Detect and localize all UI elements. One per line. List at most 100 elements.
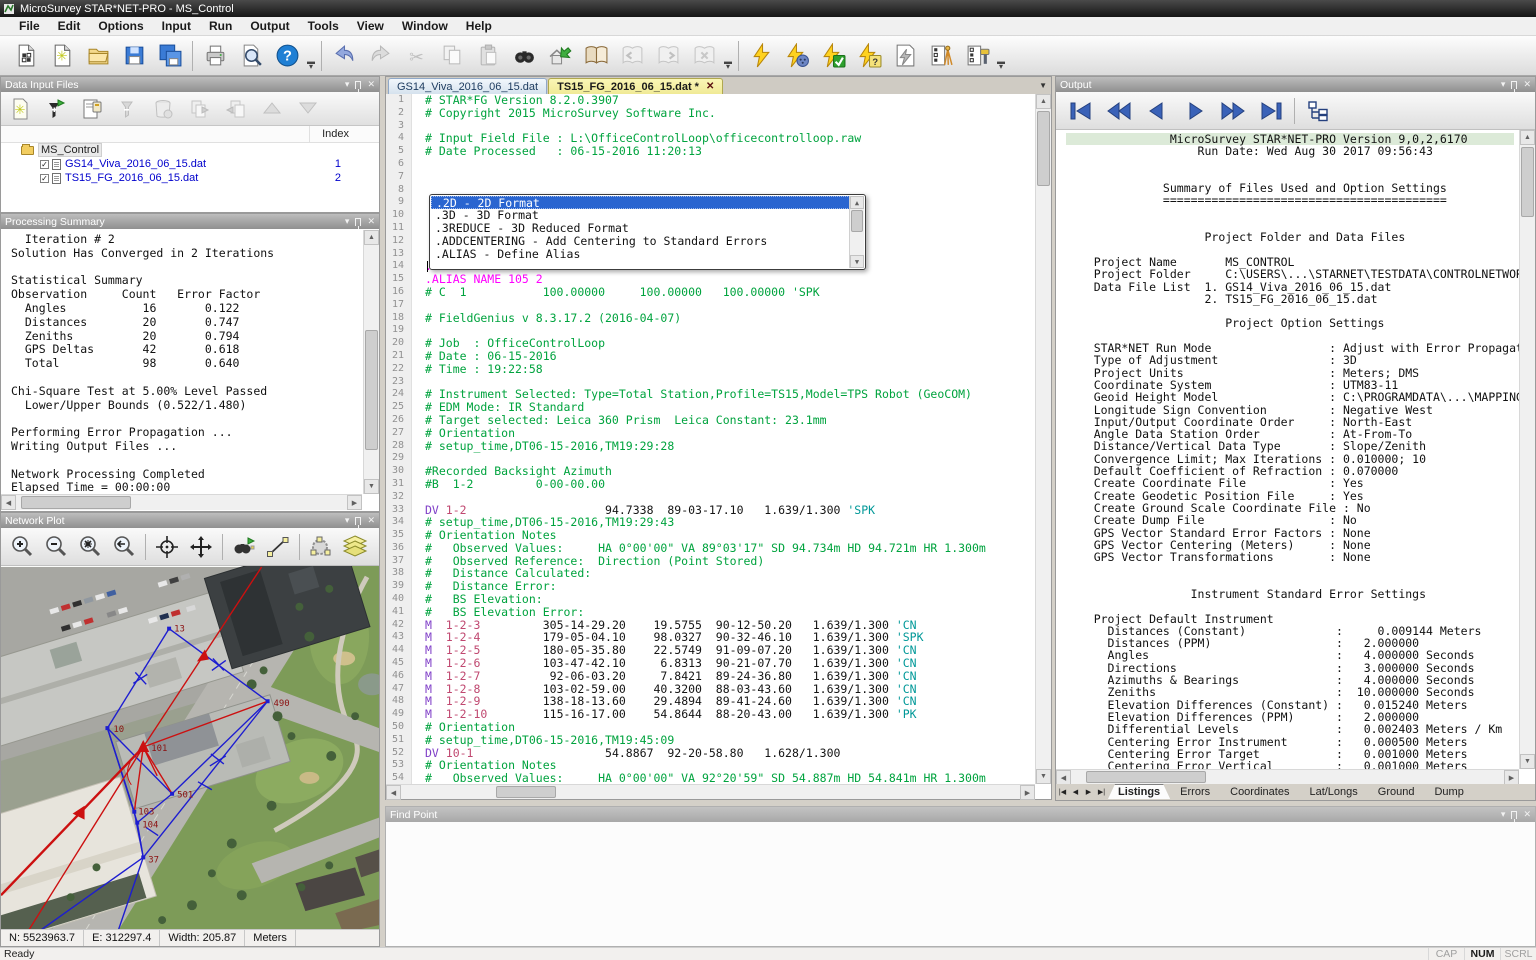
- first-page-button[interactable]: [1062, 95, 1100, 127]
- undo-button[interactable]: [326, 39, 362, 73]
- menu-view[interactable]: View: [348, 19, 393, 33]
- bookmark-clear-button[interactable]: [686, 39, 722, 73]
- tab-scroll-first-icon[interactable]: |◀: [1056, 785, 1069, 798]
- help-button[interactable]: ?: [269, 39, 305, 73]
- toolbar-overflow-icon[interactable]: ▬▾: [305, 39, 317, 73]
- copy-from-project-button[interactable]: [221, 95, 251, 123]
- processing-summary-vscrollbar[interactable]: ▲ ▼: [363, 230, 379, 494]
- autocomplete-popup[interactable]: .2D - 2D Format.3D - 3D Format.3REDUCE -…: [429, 194, 866, 270]
- menu-tools[interactable]: Tools: [299, 19, 348, 33]
- autocomplete-item[interactable]: .ALIAS - Define Alias: [431, 248, 864, 261]
- menu-window[interactable]: Window: [393, 19, 457, 33]
- add-data-file-button[interactable]: [41, 95, 71, 123]
- close-icon[interactable]: ✕: [367, 515, 375, 526]
- paste-button[interactable]: [470, 39, 506, 73]
- pin-icon[interactable]: [1511, 811, 1517, 819]
- output-tab-listings[interactable]: Listings: [1108, 784, 1170, 799]
- move-up-button[interactable]: [257, 95, 287, 123]
- menu-run[interactable]: Run: [200, 19, 241, 33]
- tab-scroll-last-icon[interactable]: ▶|: [1095, 785, 1108, 798]
- data-file-row[interactable]: ✓GS14_Viva_2016_06_15.dat1: [1, 157, 379, 171]
- edit-data-file-button[interactable]: [77, 95, 107, 123]
- run-data-check-button[interactable]: [815, 39, 851, 73]
- data-file-row[interactable]: ✓TS15_FG_2016_06_15.dat2: [1, 171, 379, 185]
- find-button[interactable]: [506, 39, 542, 73]
- network-plot-map[interactable]: 13 10 490 101 103 104 501 37: [1, 566, 379, 931]
- close-icon[interactable]: ✕: [1523, 79, 1531, 90]
- print-preview-button[interactable]: [233, 39, 269, 73]
- output-tab-ground[interactable]: Ground: [1368, 784, 1425, 799]
- center-point-button[interactable]: [150, 531, 184, 563]
- inverse-button[interactable]: [261, 531, 295, 563]
- file-enabled-checkbox[interactable]: ✓: [40, 174, 49, 183]
- menu-file[interactable]: File: [10, 19, 49, 33]
- fast-backward-button[interactable]: [1100, 95, 1138, 127]
- file-name[interactable]: TS15_FG_2016_06_15.dat: [65, 172, 198, 184]
- delete-data-file-button[interactable]: [149, 95, 179, 123]
- tab-scroll-prev-icon[interactable]: ◀: [1069, 785, 1082, 798]
- save-all-button[interactable]: [152, 39, 188, 73]
- copy-to-project-button[interactable]: [185, 95, 215, 123]
- menu-help[interactable]: Help: [457, 19, 501, 33]
- output-listing-text[interactable]: MicroSurvey STAR*NET-PRO Version 9,0,2,6…: [1056, 130, 1535, 769]
- print-button[interactable]: [197, 39, 233, 73]
- menu-output[interactable]: Output: [241, 19, 298, 33]
- output-tab-coordinates[interactable]: Coordinates: [1220, 784, 1299, 799]
- cut-button[interactable]: ✂: [398, 39, 434, 73]
- editor-vscrollbar[interactable]: ▲ ▼: [1035, 94, 1051, 784]
- copy-button[interactable]: [434, 39, 470, 73]
- output-tab-dump[interactable]: Dump: [1424, 784, 1473, 799]
- output-tab-lat-longs[interactable]: Lat/Longs: [1299, 784, 1367, 799]
- view-listing-book-button[interactable]: [578, 39, 614, 73]
- bookmark-prev-button[interactable]: [614, 39, 650, 73]
- file-enabled-checkbox[interactable]: ✓: [40, 160, 49, 169]
- close-tab-icon[interactable]: ✕: [706, 81, 714, 92]
- find-point-button[interactable]: [227, 531, 261, 563]
- zoom-previous-button[interactable]: [107, 531, 141, 563]
- points-manager-button[interactable]: [923, 39, 959, 73]
- panel-menu-icon[interactable]: ▾: [345, 79, 350, 90]
- save-button[interactable]: [116, 39, 152, 73]
- pin-icon[interactable]: [355, 218, 361, 226]
- new-project-button[interactable]: [8, 39, 44, 73]
- previous-button[interactable]: [1138, 95, 1176, 127]
- run-adjustment-button[interactable]: [743, 39, 779, 73]
- layers-button[interactable]: [338, 531, 372, 563]
- output-vscrollbar[interactable]: ▲ ▼: [1519, 130, 1535, 769]
- last-page-button[interactable]: [1252, 95, 1290, 127]
- goto-button[interactable]: [542, 39, 578, 73]
- tab-ts15-fg[interactable]: TS15_FG_2016_06_15.dat *✕: [548, 78, 723, 94]
- remove-data-file-button[interactable]: [113, 95, 143, 123]
- pin-icon[interactable]: [1511, 81, 1517, 89]
- file-name[interactable]: GS14_Viva_2016_06_15.dat: [65, 158, 206, 170]
- processing-summary-hscrollbar[interactable]: ◀ ▶: [1, 494, 362, 510]
- open-project-button[interactable]: [80, 39, 116, 73]
- tab-gs14-viva[interactable]: GS14_Viva_2016_06_15.dat: [388, 78, 547, 94]
- toolbar-overflow3-icon[interactable]: ▬▾: [995, 39, 1007, 73]
- zoom-extents-button[interactable]: [73, 531, 107, 563]
- fast-forward-button[interactable]: [1214, 95, 1252, 127]
- editor-text-area[interactable]: 1# STAR*FG Version 8.2.0.39072# Copyrigh…: [386, 94, 1051, 784]
- output-hscrollbar[interactable]: ◀ ▶: [1056, 769, 1519, 784]
- close-icon[interactable]: ✕: [1523, 809, 1531, 820]
- pin-icon[interactable]: [355, 517, 361, 525]
- menu-input[interactable]: Input: [153, 19, 200, 33]
- bookmark-next-button[interactable]: [650, 39, 686, 73]
- run-blunder-detect-button[interactable]: ?: [851, 39, 887, 73]
- redo-button[interactable]: [362, 39, 398, 73]
- next-button[interactable]: [1176, 95, 1214, 127]
- editor-hscrollbar[interactable]: ◀ ▶: [386, 784, 1035, 799]
- panel-menu-icon[interactable]: ▾: [1501, 809, 1506, 820]
- panel-menu-icon[interactable]: ▾: [345, 216, 350, 227]
- pan-button[interactable]: [184, 531, 218, 563]
- panel-menu-icon[interactable]: ▾: [1501, 79, 1506, 90]
- move-down-button[interactable]: [293, 95, 323, 123]
- new-data-file-button[interactable]: ✳: [5, 95, 35, 123]
- relative-ellipses-button[interactable]: [304, 531, 338, 563]
- zoom-in-button[interactable]: [5, 531, 39, 563]
- menu-options[interactable]: Options: [89, 19, 152, 33]
- zoom-out-button[interactable]: [39, 531, 73, 563]
- output-tab-errors[interactable]: Errors: [1170, 784, 1220, 799]
- run-preprocess-button[interactable]: [779, 39, 815, 73]
- tree-root-folder[interactable]: MS_Control: [1, 143, 379, 157]
